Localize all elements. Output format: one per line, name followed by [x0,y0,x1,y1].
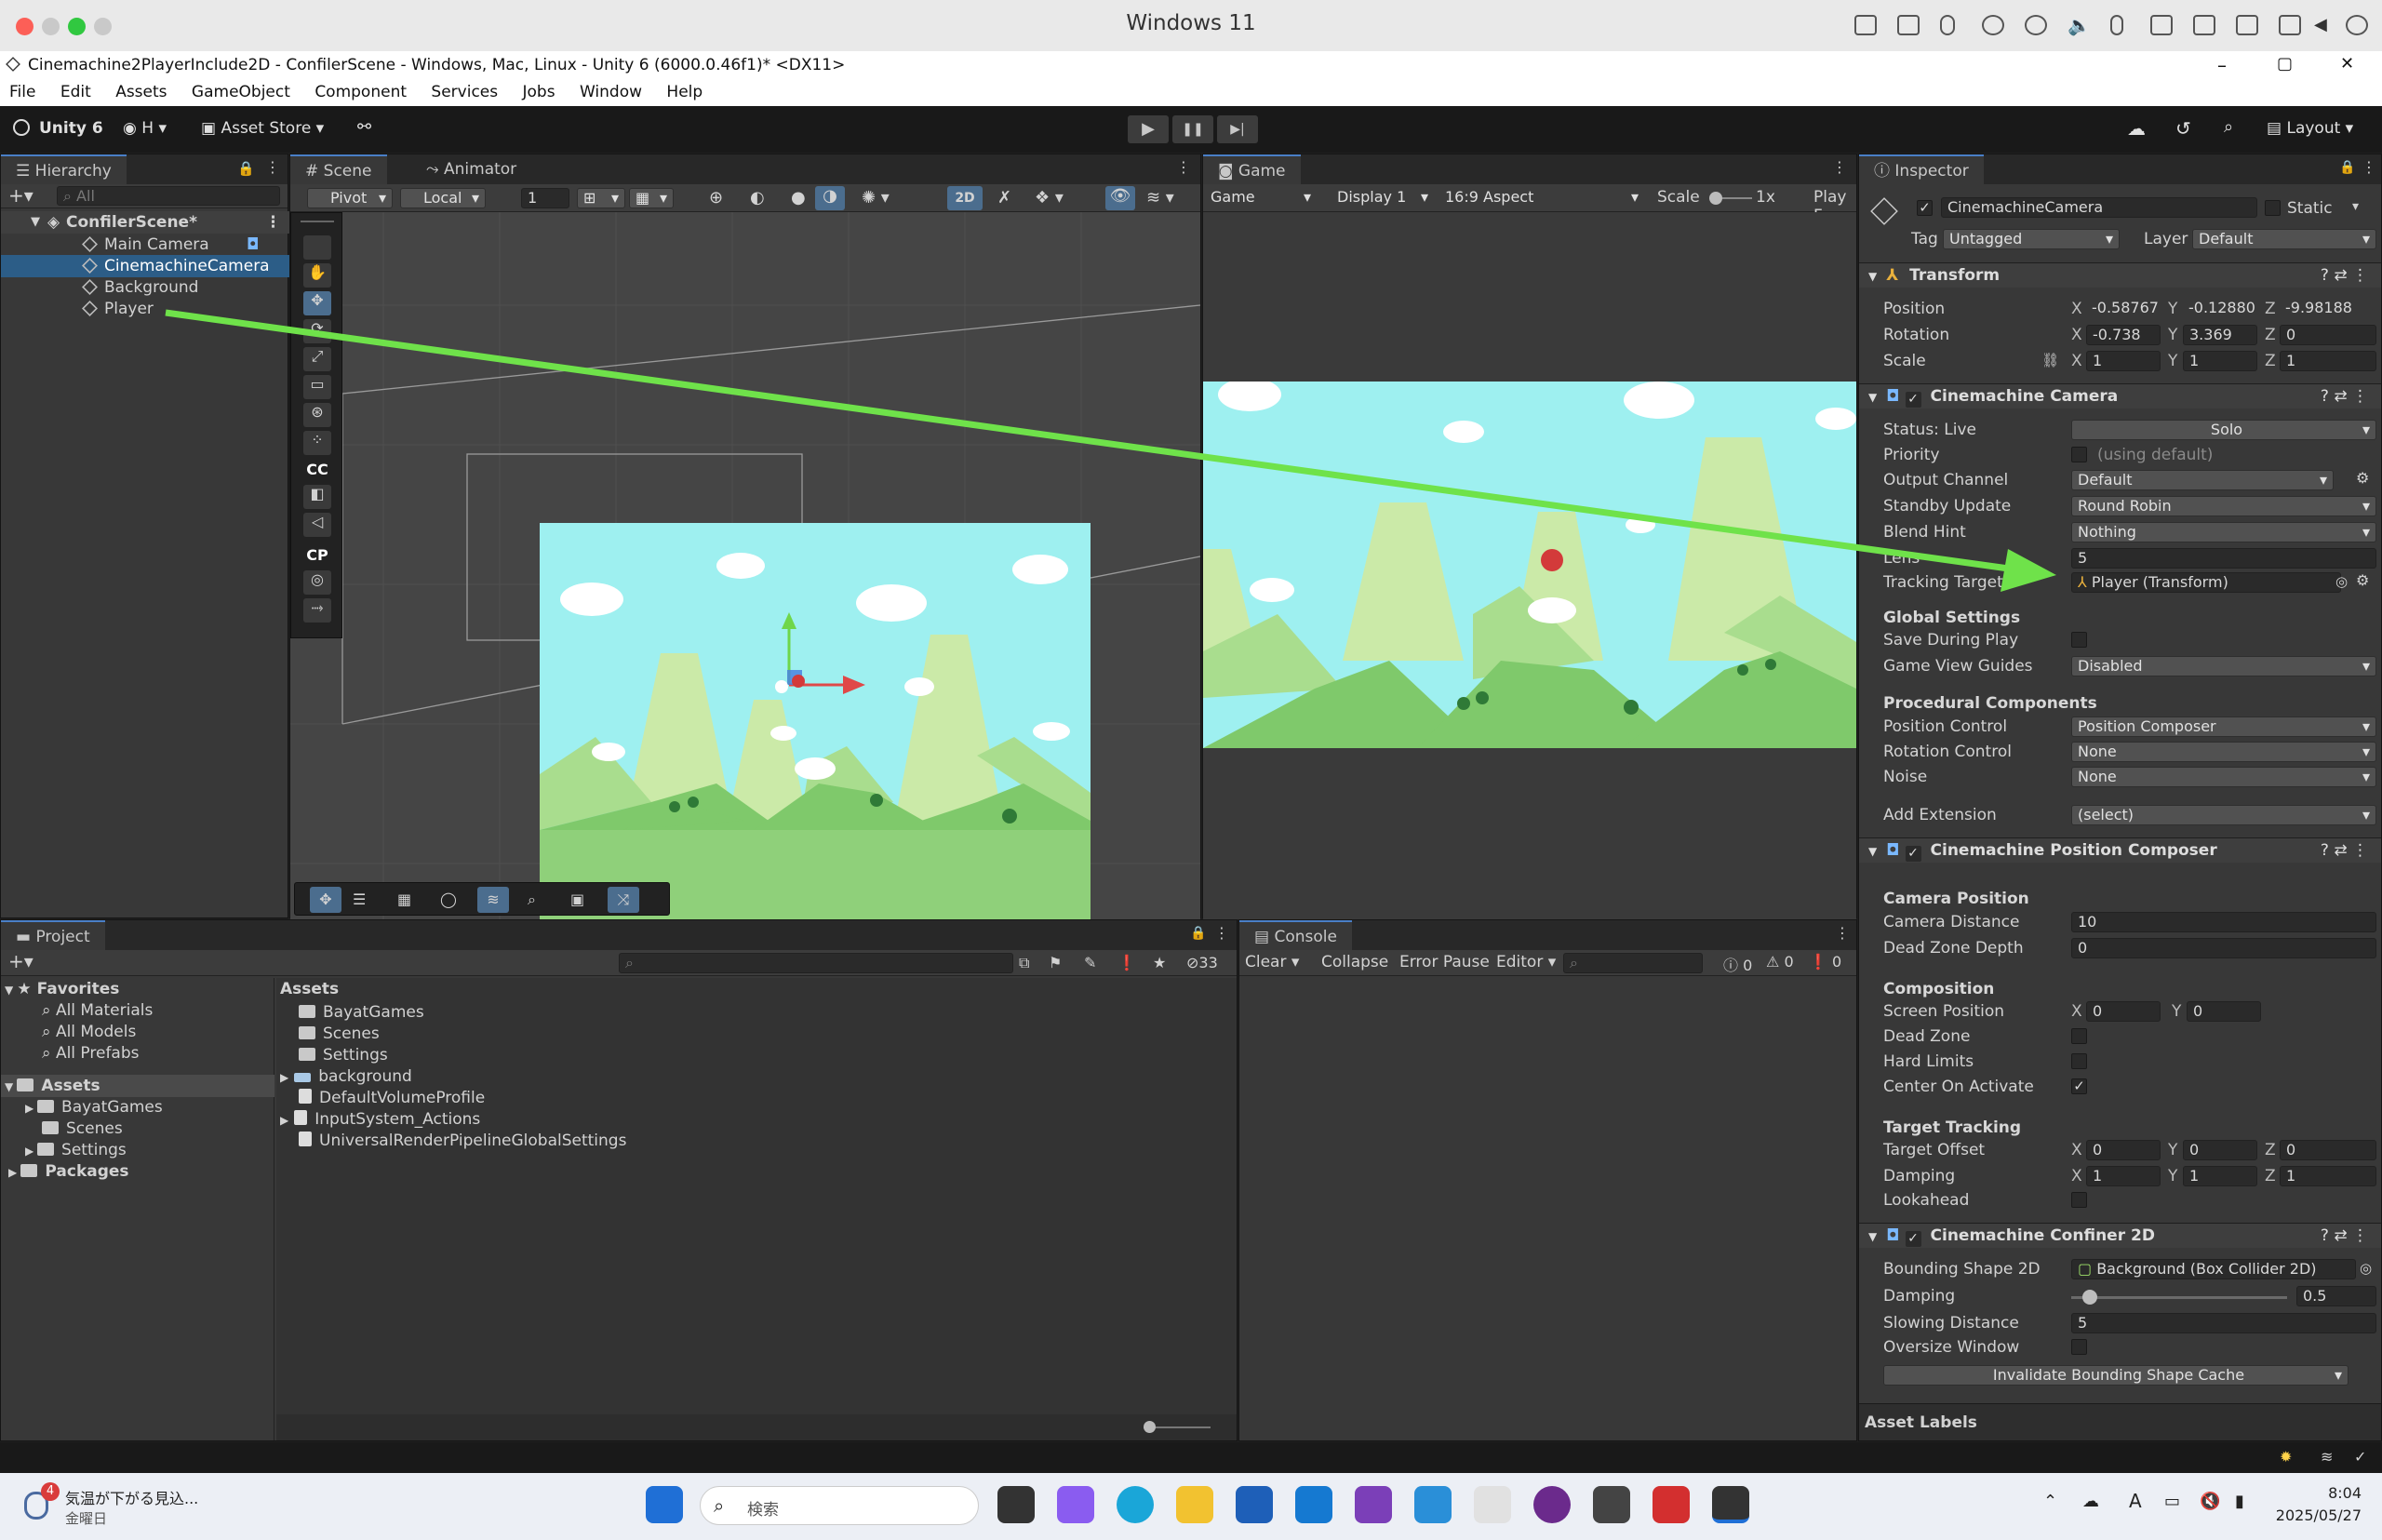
weather-badge: 4 [41,1482,60,1501]
search-icon: ⌕ [714,1494,725,1517]
unity-hub-icon[interactable] [1593,1486,1630,1523]
github-desktop-icon[interactable] [1533,1486,1571,1523]
annotation-overlay [165,309,2056,592]
taskbar: 4 気温が下がる見込... 金曜日 ⌕ 検索 ⌃ ☁ A ▭ 🔇 ▮ 8:04 … [0,1473,2382,1540]
battery-icon[interactable]: ▮ [2235,1492,2244,1511]
tower-icon[interactable] [1653,1486,1690,1523]
start-icon[interactable] [646,1486,683,1523]
task-view-icon[interactable] [997,1486,1035,1523]
network-icon[interactable]: ▭ [2164,1492,2180,1511]
vscode-icon[interactable] [1414,1486,1452,1523]
ime-indicator[interactable]: A [2129,1490,2142,1512]
taskbar-search[interactable]: ⌕ 検索 [700,1486,979,1525]
slack-icon[interactable] [1474,1486,1511,1523]
onedrive-icon[interactable]: ☁ [2082,1492,2099,1511]
copilot-icon[interactable] [1057,1486,1094,1523]
file-explorer-icon[interactable] [1176,1486,1213,1523]
weather-text[interactable]: 気温が下がる見込... [65,1486,198,1508]
chevron-up-icon[interactable]: ⌃ [2043,1492,2057,1511]
edge-icon[interactable] [1117,1486,1154,1523]
store-icon[interactable] [1236,1486,1273,1523]
annotation-arrow-head [2001,549,2056,592]
visual-studio-icon[interactable] [1355,1486,1392,1523]
weather-subtext: 金曜日 [65,1510,108,1527]
clock-date[interactable]: 2025/05/27 [2261,1507,2362,1524]
annotation-arrow-line [165,309,2016,573]
unity-editor-icon[interactable] [1712,1486,1749,1523]
clock-time[interactable]: 8:04 [2287,1484,2362,1502]
volume-muted-icon[interactable]: 🔇 [2200,1492,2220,1511]
outlook-icon[interactable] [1295,1486,1332,1523]
